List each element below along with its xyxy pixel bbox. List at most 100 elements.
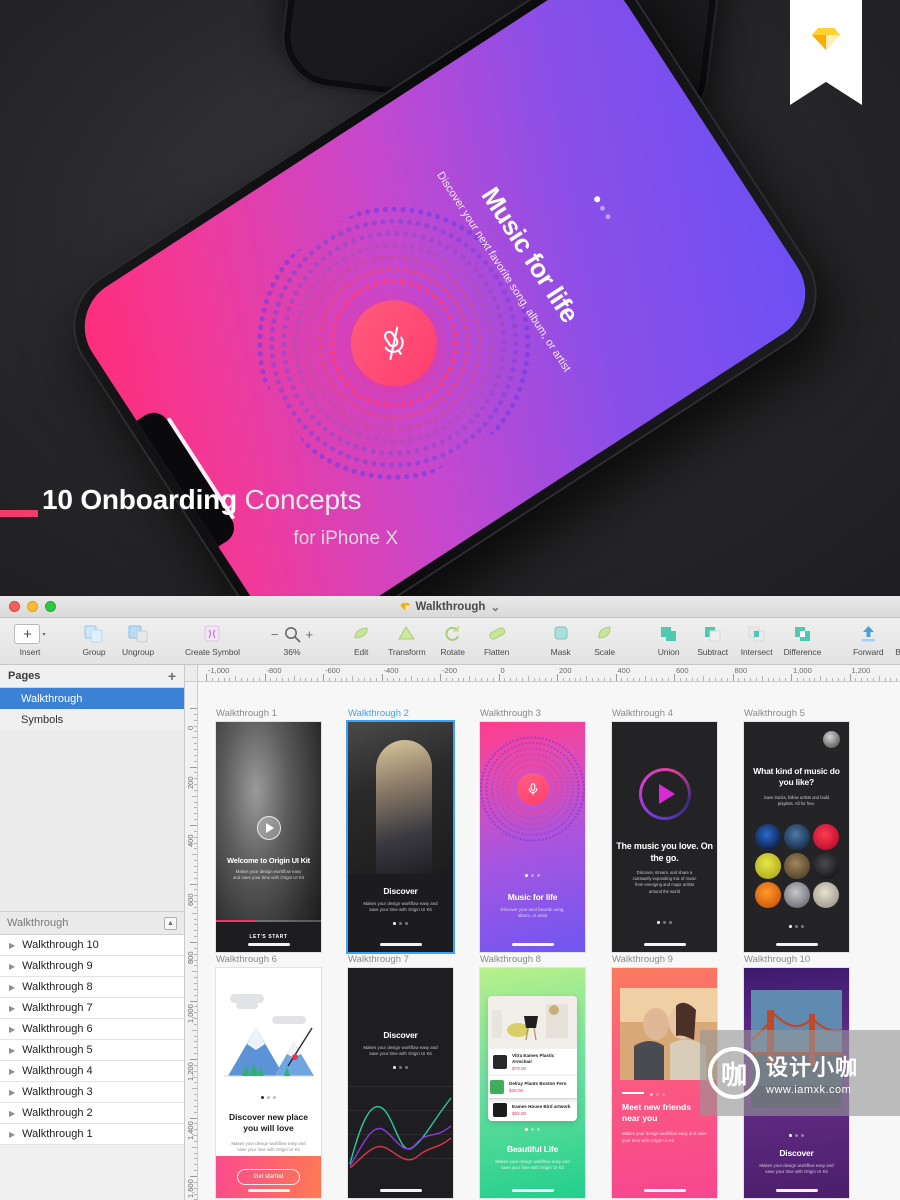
toolbar-backward-button[interactable]: Backward [890, 622, 900, 657]
disclosure-triangle-icon[interactable]: ▶ [9, 962, 15, 971]
artboard-subtitle: Makes your design workflow easy and save… [759, 1163, 834, 1175]
toolbar-transform-button[interactable]: Transform [383, 622, 431, 657]
toolbar-difference-button[interactable]: Difference [779, 622, 827, 657]
disclosure-triangle-icon[interactable]: ▶ [9, 941, 15, 950]
ruler-tick [650, 678, 652, 681]
toolbar-union-button[interactable]: Union [647, 622, 691, 657]
artboard-walkthrough-2[interactable]: Walkthrough 2 Discover Makes your design… [348, 708, 453, 952]
artboard-title: Discover new place you will love [229, 1112, 308, 1134]
page-dots [352, 1065, 449, 1069]
page-item-symbols[interactable]: Symbols [0, 709, 184, 730]
disclosure-triangle-icon[interactable]: ▶ [9, 1067, 15, 1076]
disclosure-triangle-icon[interactable]: ▶ [9, 1130, 15, 1139]
ruler-tick [194, 801, 197, 803]
ruler-tick [194, 918, 197, 920]
toolbar-insert-button[interactable]: + ▾ Insert [8, 622, 52, 657]
toolbar-label: Ungroup [122, 647, 154, 657]
toolbar-edit-button[interactable]: Edit [339, 622, 383, 657]
toolbar-rotate-button[interactable]: Rotate [431, 622, 475, 657]
hero-banner: What kind of music do you like? Save tra… [0, 0, 900, 596]
toolbar-create-symbol-button[interactable]: Create Symbol [180, 622, 245, 657]
genre-disc[interactable] [812, 853, 839, 879]
ruler-tick [194, 988, 197, 990]
artboard-walkthrough-4[interactable]: Walkthrough 4 The music you love. On the… [612, 708, 717, 952]
ruler-tick [194, 1006, 197, 1008]
zoom-icon[interactable] [284, 626, 301, 643]
product-row[interactable]: Delray Plants Boston Fern $28.00 [488, 1074, 577, 1098]
layer-item[interactable]: ▶ Walkthrough 1 [0, 1124, 184, 1145]
disclosure-triangle-icon[interactable]: ▶ [9, 1046, 15, 1055]
vertical-ruler[interactable]: 02004006008001,0001,2001,4001,6001,800 [185, 682, 198, 1200]
toolbar-intersect-button[interactable]: Intersect [735, 622, 779, 657]
toolbar-zoom-control[interactable]: − + 36% [265, 622, 319, 658]
disclosure-triangle-icon[interactable]: ▶ [9, 1109, 15, 1118]
artboard-walkthrough-6[interactable]: Walkthrough 6 Discover new place you wil… [216, 954, 321, 1198]
toolbar-forward-button[interactable]: Forward [846, 622, 890, 657]
ruler-tick [486, 678, 488, 681]
collapse-layers-button[interactable]: ▲ [164, 916, 177, 930]
toolbar-flatten-button[interactable]: Flatten [475, 622, 519, 657]
genre-disc[interactable] [783, 882, 810, 908]
watermark-brand: 设计小咖 [766, 1055, 859, 1080]
zoom-out-button[interactable]: − [271, 627, 279, 642]
product-name: Vitra Eames Plastic Armchair [512, 1053, 555, 1064]
artboard-walkthrough-5[interactable]: Walkthrough 5 What kind of music do you … [744, 708, 849, 952]
genre-grid[interactable] [754, 824, 839, 908]
ruler-label: -600 [325, 666, 341, 675]
genre-disc[interactable] [754, 853, 781, 879]
zoom-in-button[interactable]: + [306, 627, 314, 642]
product-row[interactable]: Eames House Bird artwork $59.00 [488, 1097, 577, 1121]
genre-disc[interactable] [754, 824, 781, 850]
genre-disc[interactable] [754, 882, 781, 908]
product-price: $79.00 [512, 1065, 527, 1071]
ruler-tick [826, 678, 828, 681]
artboard-area[interactable]: Walkthrough 1 Welcome to Origin UI Kit M… [198, 682, 900, 1200]
forward-icon [858, 622, 879, 646]
toolbar-group-button[interactable]: Group [72, 622, 116, 657]
artboard-walkthrough-8[interactable]: Walkthrough 8 Vitra Eames Plastic Armcha… [480, 954, 585, 1198]
genre-disc[interactable] [812, 824, 839, 850]
layer-item[interactable]: ▶ Walkthrough 5 [0, 1040, 184, 1061]
ruler-tick [469, 676, 471, 681]
layer-item[interactable]: ▶ Walkthrough 10 [0, 935, 184, 956]
horizontal-ruler[interactable]: -1,000 -800 -600 -400 -200 0 200 400 600 800 1,000… [198, 665, 900, 682]
document-title-bar: Walkthrough ⌄ [0, 600, 900, 614]
ruler-tick [194, 1158, 197, 1160]
page-item-walkthrough[interactable]: Walkthrough [0, 688, 184, 709]
artboard-walkthrough-7[interactable]: Walkthrough 7 Discover Makes your design… [348, 954, 453, 1198]
page-dots [650, 1093, 665, 1096]
toolbar-ungroup-button[interactable]: Ungroup [116, 622, 160, 657]
chevron-down-icon[interactable]: ⌄ [490, 600, 500, 614]
ruler-tick [785, 678, 787, 681]
genre-disc[interactable] [783, 824, 810, 850]
disclosure-triangle-icon[interactable]: ▶ [9, 1088, 15, 1097]
plus-icon[interactable]: + [14, 624, 41, 644]
disclosure-triangle-icon[interactable]: ▶ [9, 1004, 15, 1013]
canvas[interactable]: -1,000 -800 -600 -400 -200 0 200 400 600 800 1,000… [185, 665, 900, 1200]
layer-item[interactable]: ▶ Walkthrough 8 [0, 977, 184, 998]
artboard-walkthrough-3[interactable]: Walkthrough 3 Music for life Discover yo [480, 708, 585, 952]
layer-item[interactable]: ▶ Walkthrough 3 [0, 1082, 184, 1103]
artboard-walkthrough-1[interactable]: Walkthrough 1 Welcome to Origin UI Kit M… [216, 708, 321, 952]
ruler-tick [194, 1064, 197, 1066]
layer-item[interactable]: ▶ Walkthrough 7 [0, 998, 184, 1019]
disclosure-triangle-icon[interactable]: ▶ [9, 983, 15, 992]
layer-item[interactable]: ▶ Walkthrough 4 [0, 1061, 184, 1082]
watermark: 咖 设计小咖 www.iamxk.com [700, 1030, 900, 1116]
artboard-cta[interactable]: Get started [236, 1169, 301, 1185]
genre-disc[interactable] [783, 853, 810, 879]
artboard-cta[interactable]: LET'S START [249, 934, 287, 940]
product-card[interactable]: Vitra Eames Plastic Armchair $79.00 Delr… [488, 996, 577, 1121]
toolbar-scale-button[interactable]: Scale [583, 622, 627, 657]
ruler-tick [192, 971, 197, 973]
layer-item[interactable]: ▶ Walkthrough 6 [0, 1019, 184, 1040]
add-page-button[interactable]: + [168, 669, 176, 683]
product-row[interactable]: Vitra Eames Plastic Armchair $79.00 [488, 1048, 577, 1075]
genre-disc[interactable] [812, 882, 839, 908]
layer-item[interactable]: ▶ Walkthrough 9 [0, 956, 184, 977]
disclosure-triangle-icon[interactable]: ▶ [9, 1025, 15, 1034]
toolbar-mask-button[interactable]: Mask [539, 622, 583, 657]
ruler-tick [190, 1117, 197, 1119]
layer-item[interactable]: ▶ Walkthrough 2 [0, 1103, 184, 1124]
toolbar-subtract-button[interactable]: Subtract [691, 622, 735, 657]
